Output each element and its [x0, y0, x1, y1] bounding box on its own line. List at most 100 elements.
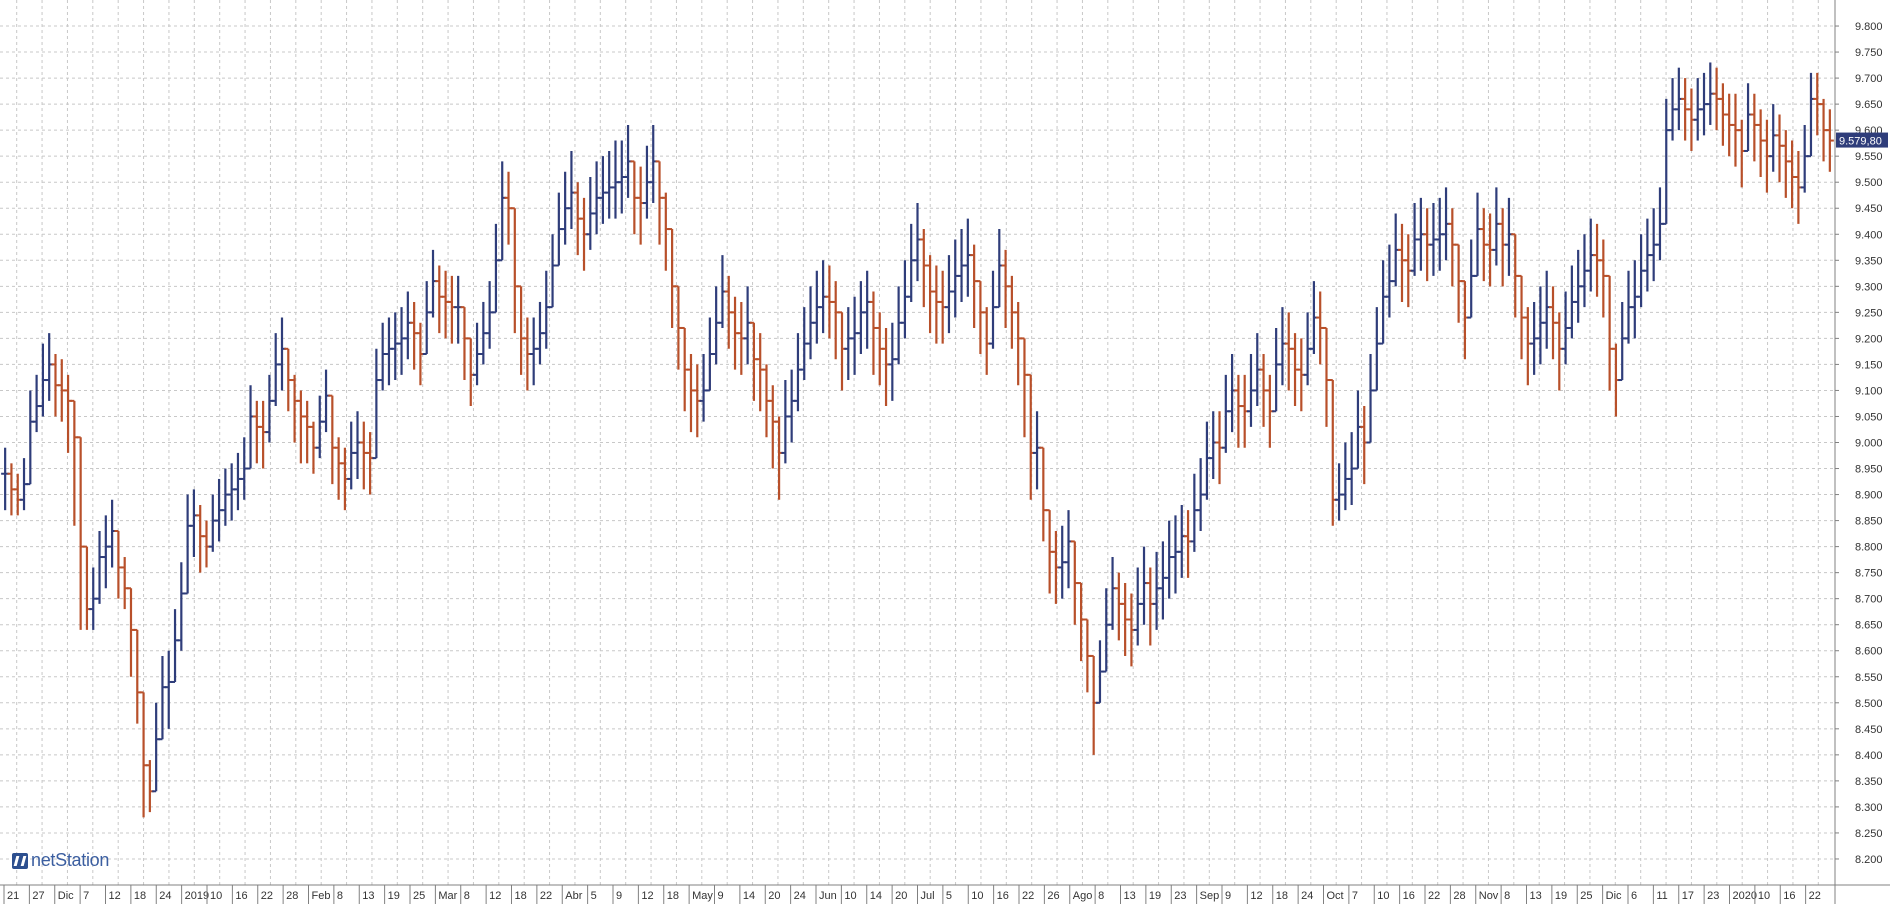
- x-tick-label: 8: [1098, 890, 1104, 902]
- x-tick-label: 10: [210, 890, 222, 902]
- y-tick-label: 8.550: [1855, 672, 1883, 684]
- y-tick-label: 8.650: [1855, 620, 1883, 632]
- y-tick-label: 9.750: [1855, 47, 1883, 59]
- x-tick-label: 11: [1656, 890, 1667, 902]
- x-tick-label: 22: [1809, 890, 1821, 902]
- x-tick-label: 12: [1250, 890, 1262, 902]
- x-tick-label: 20: [768, 890, 780, 902]
- x-tick-label: 25: [413, 890, 425, 902]
- x-tick-label: 2020: [1733, 890, 1757, 902]
- y-tick-label: 9.100: [1855, 385, 1883, 397]
- x-tick-label: 16: [1403, 890, 1415, 902]
- x-tick-label: 17: [1682, 890, 1694, 902]
- y-tick-label: 9.200: [1855, 333, 1883, 345]
- x-tick-label: 14: [743, 890, 755, 902]
- x-tick-label: 13: [362, 890, 374, 902]
- x-tick-label: 5: [946, 890, 952, 902]
- x-tick-label: 22: [540, 890, 552, 902]
- y-tick-label: 8.300: [1855, 802, 1883, 814]
- x-tick-label: Sep: [1200, 890, 1220, 902]
- x-tick-label: 6: [1631, 890, 1637, 902]
- x-tick-label: 7: [1352, 890, 1358, 902]
- x-tick-label: 9: [1225, 890, 1231, 902]
- x-tick-label: Abr: [565, 890, 582, 902]
- x-tick-label: 19: [1149, 890, 1161, 902]
- y-tick-label: 8.900: [1855, 490, 1883, 502]
- y-tick-label: 8.500: [1855, 698, 1883, 710]
- x-tick-label: 23: [1174, 890, 1186, 902]
- x-tick-label: 24: [794, 890, 806, 902]
- y-tick-label: 9.700: [1855, 73, 1883, 85]
- x-tick-label: 7: [83, 890, 89, 902]
- x-tick-label: 12: [109, 890, 121, 902]
- x-tick-label: 20: [895, 890, 907, 902]
- x-tick-label: 16: [235, 890, 247, 902]
- x-tick-label: 18: [667, 890, 679, 902]
- x-tick-label: 28: [286, 890, 298, 902]
- x-tick-label: 13: [1124, 890, 1136, 902]
- x-tick-label: 14: [870, 890, 882, 902]
- x-tick-label: Dic: [1606, 890, 1622, 902]
- x-tick-label: 9: [718, 890, 724, 902]
- x-tick-label: 24: [159, 890, 171, 902]
- netstation-logo-icon: [12, 852, 28, 869]
- x-tick-label: 18: [134, 890, 146, 902]
- x-tick-label: 16: [1783, 890, 1795, 902]
- x-tick-label: 19: [388, 890, 400, 902]
- y-tick-label: 8.850: [1855, 516, 1883, 528]
- y-tick-label: 8.750: [1855, 568, 1883, 580]
- y-tick-label: 8.600: [1855, 646, 1883, 658]
- x-tick-label: 22: [1428, 890, 1440, 902]
- x-tick-label: 22: [1022, 890, 1034, 902]
- x-tick-label: 10: [1758, 890, 1770, 902]
- x-tick-label: 12: [641, 890, 653, 902]
- y-tick-label: 9.800: [1855, 21, 1883, 33]
- last-price-tag: 9.579,80: [1836, 132, 1888, 148]
- x-tick-label: Nov: [1479, 890, 1499, 902]
- x-tick-label: Mar: [438, 890, 457, 902]
- x-tick-label: 16: [997, 890, 1009, 902]
- x-tick-label: 23: [1707, 890, 1719, 902]
- x-tick-label: Dic: [58, 890, 74, 902]
- y-tick-label: 9.300: [1855, 281, 1883, 293]
- y-tick-label: 9.150: [1855, 359, 1883, 371]
- y-tick-label: 8.250: [1855, 828, 1883, 840]
- x-tick-label: Jul: [921, 890, 935, 902]
- x-tick-label: Ago: [1073, 890, 1093, 902]
- y-tick-label: 9.350: [1855, 255, 1883, 267]
- x-tick-label: 8: [1504, 890, 1510, 902]
- y-tick-label: 8.450: [1855, 724, 1883, 736]
- ohlc-chart[interactable]: 8.200 8.250 8.300 8.350 8.400 8.450 8.500 8.550…: [0, 0, 1890, 904]
- y-tick-label: 9.500: [1855, 177, 1883, 189]
- chart-svg: 8.200 8.250 8.300 8.350 8.400 8.450 8.500 8.550…: [0, 0, 1890, 904]
- y-tick-label: 8.700: [1855, 594, 1883, 606]
- y-tick-label: 9.050: [1855, 411, 1883, 423]
- brand-name: netStation: [31, 850, 110, 870]
- last-price-label: 9.579,80: [1839, 136, 1882, 148]
- y-tick-label: 9.000: [1855, 438, 1883, 450]
- x-tick-label: 8: [464, 890, 470, 902]
- x-tick-label: 18: [1276, 890, 1288, 902]
- y-tick-label: 8.200: [1855, 854, 1883, 866]
- netstation-logo: netStation: [12, 850, 109, 871]
- x-tick-label: 21: [7, 890, 19, 902]
- x-tick-label: Jun: [819, 890, 837, 902]
- y-tick-label: 9.650: [1855, 99, 1883, 111]
- x-tick-label: 18: [515, 890, 527, 902]
- y-tick-label: 9.400: [1855, 229, 1883, 241]
- y-tick-label: 8.400: [1855, 750, 1883, 762]
- x-tick-label: 27: [32, 890, 44, 902]
- x-tick-label: 10: [971, 890, 983, 902]
- x-tick-label: 22: [261, 890, 273, 902]
- x-tick-label: 13: [1530, 890, 1542, 902]
- y-tick-label: 9.450: [1855, 203, 1883, 215]
- y-tick-label: 8.350: [1855, 776, 1883, 788]
- x-tick-label: 28: [1453, 890, 1465, 902]
- y-tick-label: 9.550: [1855, 151, 1883, 163]
- x-tick-label: 9: [616, 890, 622, 902]
- plot-background: [0, 0, 1835, 885]
- x-tick-label: 8: [337, 890, 343, 902]
- y-tick-label: 8.950: [1855, 464, 1883, 476]
- x-tick-label: 19: [1555, 890, 1567, 902]
- x-tick-label: 24: [1301, 890, 1313, 902]
